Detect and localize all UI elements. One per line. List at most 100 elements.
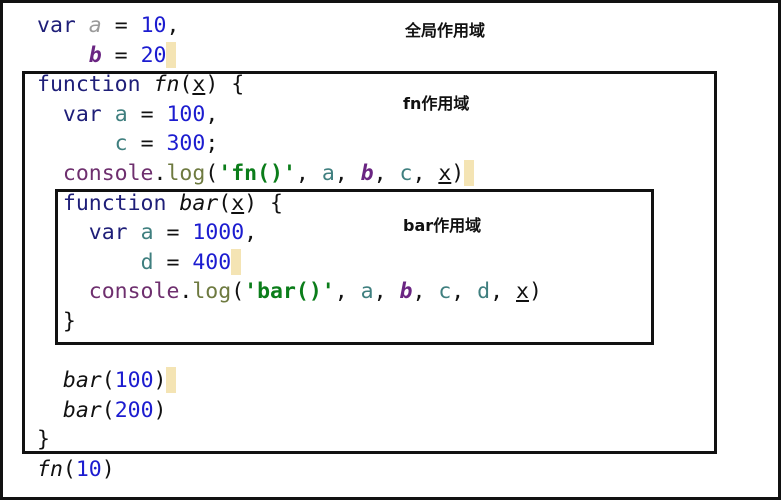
fn-scope-label: fn作用域: [403, 94, 470, 113]
code-token: (: [218, 190, 232, 216]
code-token: (: [231, 279, 245, 305]
cursor-highlight: [166, 367, 177, 394]
code-token: .: [153, 160, 167, 186]
code-token: x: [192, 72, 206, 98]
code-token: x: [231, 190, 245, 216]
code-token: log: [192, 279, 232, 305]
code-token: 400: [192, 249, 232, 275]
code-token: 20: [140, 42, 167, 68]
code-token: }: [62, 308, 76, 334]
code-token: fn: [153, 72, 180, 98]
code-line: fn(10): [37, 455, 542, 485]
code-line: bar(100): [37, 366, 542, 396]
code-token: }: [37, 427, 50, 453]
code-token: ): [101, 456, 115, 482]
code-token: ,: [451, 279, 478, 305]
code-token: b: [399, 279, 413, 305]
code-token: d: [140, 249, 154, 275]
code-token: ) {: [205, 72, 245, 98]
code-token: ,: [373, 160, 400, 186]
code-line: bar(200): [37, 396, 542, 426]
code-token: (: [62, 456, 76, 482]
code-token: ,: [205, 101, 219, 127]
code-token: ,: [412, 160, 439, 186]
code-line: }: [37, 425, 542, 455]
code-token: a: [140, 220, 154, 246]
code-token: a: [114, 101, 128, 127]
code-token: 200: [114, 397, 154, 423]
code-token: ): [528, 279, 542, 305]
code-token: fn: [37, 456, 63, 482]
code-token: =: [153, 249, 193, 275]
code-token: x: [438, 160, 452, 186]
code-token: (: [205, 160, 219, 186]
cursor-highlight: [166, 41, 177, 68]
cursor-highlight: [464, 159, 475, 186]
code-token: ,: [334, 279, 361, 305]
code-line: b = 20: [37, 41, 542, 71]
code-token: =: [127, 101, 167, 127]
code-token: (: [101, 368, 115, 394]
code-token: 100: [166, 101, 206, 127]
code-token: ,: [244, 220, 258, 246]
bar-scope-label: bar作用域: [403, 216, 482, 235]
code-token: var: [62, 101, 102, 127]
code-token: function: [62, 190, 167, 216]
code-token: (: [179, 72, 193, 98]
code-token: ,: [373, 279, 400, 305]
code-token: b: [360, 160, 374, 186]
code-token: 10: [75, 456, 102, 482]
code-line: d = 400: [37, 248, 542, 278]
code-token: ) {: [244, 190, 283, 216]
code-token: var: [88, 220, 128, 246]
code-token: 1000: [192, 220, 245, 246]
code-token: ,: [295, 160, 322, 186]
code-token: ): [451, 160, 465, 186]
code-token: 300: [166, 131, 206, 157]
code-line: console.log('fn()', a, b, c, x): [37, 159, 542, 189]
code-token: a: [88, 13, 102, 38]
code-token: =: [101, 42, 141, 68]
code-token: 'fn()': [218, 160, 296, 186]
code-token: c: [438, 279, 452, 305]
code-line: console.log('bar()', a, b, c, d, x): [37, 277, 542, 307]
code-token: ,: [166, 13, 180, 38]
code-token: ): [153, 397, 167, 423]
code-token: bar: [62, 368, 102, 394]
code-token: ;: [205, 131, 219, 157]
code-token: ,: [334, 160, 361, 186]
code-token: 100: [114, 368, 154, 394]
code-token: ,: [490, 279, 517, 305]
code-token: console: [62, 160, 154, 186]
code-token: c: [114, 131, 128, 157]
code-line: c = 300;: [37, 129, 542, 159]
code-token: b: [88, 42, 102, 68]
code-token: d: [477, 279, 491, 305]
code-token: c: [399, 160, 413, 186]
code-token: var: [37, 13, 76, 38]
code-block: var a = 10, b = 20 function fn(x) { var a…: [37, 11, 542, 485]
code-token: .: [179, 279, 193, 305]
code-token: =: [153, 220, 193, 246]
code-token: function: [37, 72, 141, 98]
global-scope-label: 全局作用域: [405, 21, 486, 40]
code-token: =: [127, 131, 167, 157]
code-token: log: [166, 160, 206, 186]
cursor-highlight: [231, 248, 242, 275]
code-token: =: [101, 13, 141, 38]
code-token: (: [101, 397, 115, 423]
code-token: 'bar()': [244, 279, 335, 305]
code-token: 10: [140, 13, 167, 38]
code-token: x: [516, 279, 529, 305]
code-token: a: [360, 279, 374, 305]
code-token: bar: [179, 190, 219, 216]
code-token: console: [88, 279, 180, 305]
code-line: }: [37, 307, 542, 337]
code-token: ): [153, 368, 167, 394]
